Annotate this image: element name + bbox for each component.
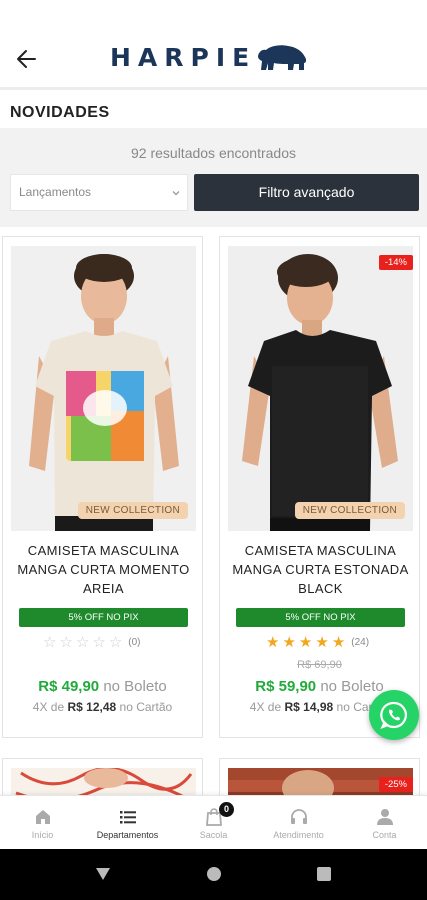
system-navigation-bar bbox=[0, 849, 427, 900]
installments-prefix: 4X de bbox=[32, 700, 65, 714]
price-suffix: no Boleto bbox=[320, 678, 384, 695]
product-name[interactable]: CAMISETA MASCULINA MANGA CURTA MOMENTO A… bbox=[9, 541, 198, 598]
user-icon bbox=[376, 809, 393, 825]
app-header: HARPIE bbox=[0, 0, 427, 90]
filter-panel: 92 resultados encontrados Lançamentos Fi… bbox=[0, 128, 427, 227]
arrow-left-icon bbox=[17, 50, 36, 68]
star-icon: ☆ bbox=[59, 634, 73, 651]
star-icon: ☆ bbox=[75, 634, 90, 651]
pix-discount-tag: 5% OFF NO PIX bbox=[19, 608, 188, 627]
nav-departments[interactable]: Departamentos bbox=[85, 796, 170, 850]
back-triangle-icon[interactable] bbox=[95, 867, 111, 881]
nav-label: Conta bbox=[372, 830, 397, 840]
whatsapp-icon bbox=[380, 701, 407, 729]
nav-home[interactable]: Início bbox=[0, 796, 85, 850]
price: R$ 49,90 bbox=[38, 678, 100, 695]
installments-prefix: 4X de bbox=[249, 700, 282, 714]
new-collection-badge: NEW COLLECTION bbox=[294, 502, 405, 519]
chevron-down-icon bbox=[172, 191, 180, 196]
star-icon: ☆ bbox=[43, 634, 57, 651]
rating-stars: ★ ★ ★ ★ ★ (24) bbox=[266, 635, 369, 650]
model-photo bbox=[228, 246, 413, 531]
price-line: R$ 49,90 no Boleto bbox=[3, 678, 202, 695]
installments-suffix: no Cartão bbox=[119, 700, 173, 714]
rating-stars: ☆ ☆ ☆ ☆ ☆ (0) bbox=[43, 635, 141, 650]
discount-badge: -25% bbox=[378, 777, 413, 792]
bottom-navigation: Início Departamentos 0 Sacola Atendiment… bbox=[0, 795, 427, 849]
installments-line: 4X de R$ 12,48 no Cartão bbox=[3, 700, 202, 714]
product-name[interactable]: CAMISETA MASCULINA MANGA CURTA ESTONADA … bbox=[226, 541, 415, 598]
nav-label: Departamentos bbox=[96, 830, 159, 840]
star-icon: ★ bbox=[315, 634, 329, 651]
nav-account[interactable]: Conta bbox=[342, 796, 427, 850]
nav-support[interactable]: Atendimento bbox=[256, 796, 341, 850]
price-suffix: no Boleto bbox=[103, 678, 167, 695]
cart-count-badge: 0 bbox=[219, 802, 234, 817]
product-card[interactable]: NEW COLLECTION CAMISETA MASCULINA MANGA … bbox=[2, 236, 203, 738]
brand-name: HARPIE bbox=[110, 42, 257, 72]
sort-value: Lançamentos bbox=[19, 185, 92, 199]
home-icon bbox=[35, 810, 50, 824]
price: R$ 59,90 bbox=[255, 678, 317, 695]
star-icon: ★ bbox=[298, 634, 313, 651]
installment-value: R$ 14,98 bbox=[284, 700, 334, 714]
star-icon: ★ bbox=[282, 634, 296, 651]
nav-bag[interactable]: 0 Sacola bbox=[171, 796, 256, 850]
result-count: 92 resultados encontrados bbox=[131, 145, 296, 161]
rating-count: (24) bbox=[351, 637, 370, 648]
model-photo bbox=[11, 246, 196, 531]
page-title: NOVIDADES bbox=[10, 104, 110, 121]
discount-badge: -14% bbox=[378, 255, 413, 270]
nav-label: Sacola bbox=[199, 830, 228, 840]
nav-label: Início bbox=[31, 830, 54, 840]
sort-dropdown[interactable]: Lançamentos bbox=[10, 174, 188, 211]
home-circle-icon[interactable] bbox=[206, 866, 222, 882]
nav-label: Atendimento bbox=[273, 830, 324, 840]
product-image[interactable]: -14% NEW COLLECTION bbox=[228, 246, 413, 531]
new-collection-badge: NEW COLLECTION bbox=[77, 502, 188, 519]
headset-icon bbox=[290, 809, 307, 824]
rating-count: (0) bbox=[128, 637, 141, 648]
product-image[interactable]: NEW COLLECTION bbox=[11, 246, 196, 531]
pix-discount-tag: 5% OFF NO PIX bbox=[236, 608, 405, 627]
star-icon: ☆ bbox=[108, 634, 123, 651]
star-icon: ★ bbox=[331, 634, 346, 651]
star-icon: ★ bbox=[266, 634, 280, 651]
list-icon bbox=[119, 811, 136, 824]
product-card[interactable]: -14% NEW COLLECTION CAMISETA MASCULINA M… bbox=[219, 236, 420, 738]
recents-square-icon[interactable] bbox=[317, 867, 331, 881]
bear-icon bbox=[258, 45, 307, 70]
whatsapp-button[interactable] bbox=[369, 690, 419, 740]
advanced-filter-button[interactable]: Filtro avançado bbox=[194, 174, 419, 211]
brand-logo[interactable]: HARPIE bbox=[110, 42, 308, 72]
old-price: R$ 69,90 bbox=[297, 659, 342, 671]
installment-value: R$ 12,48 bbox=[67, 700, 117, 714]
star-icon: ☆ bbox=[92, 634, 106, 651]
back-button[interactable] bbox=[14, 46, 40, 72]
